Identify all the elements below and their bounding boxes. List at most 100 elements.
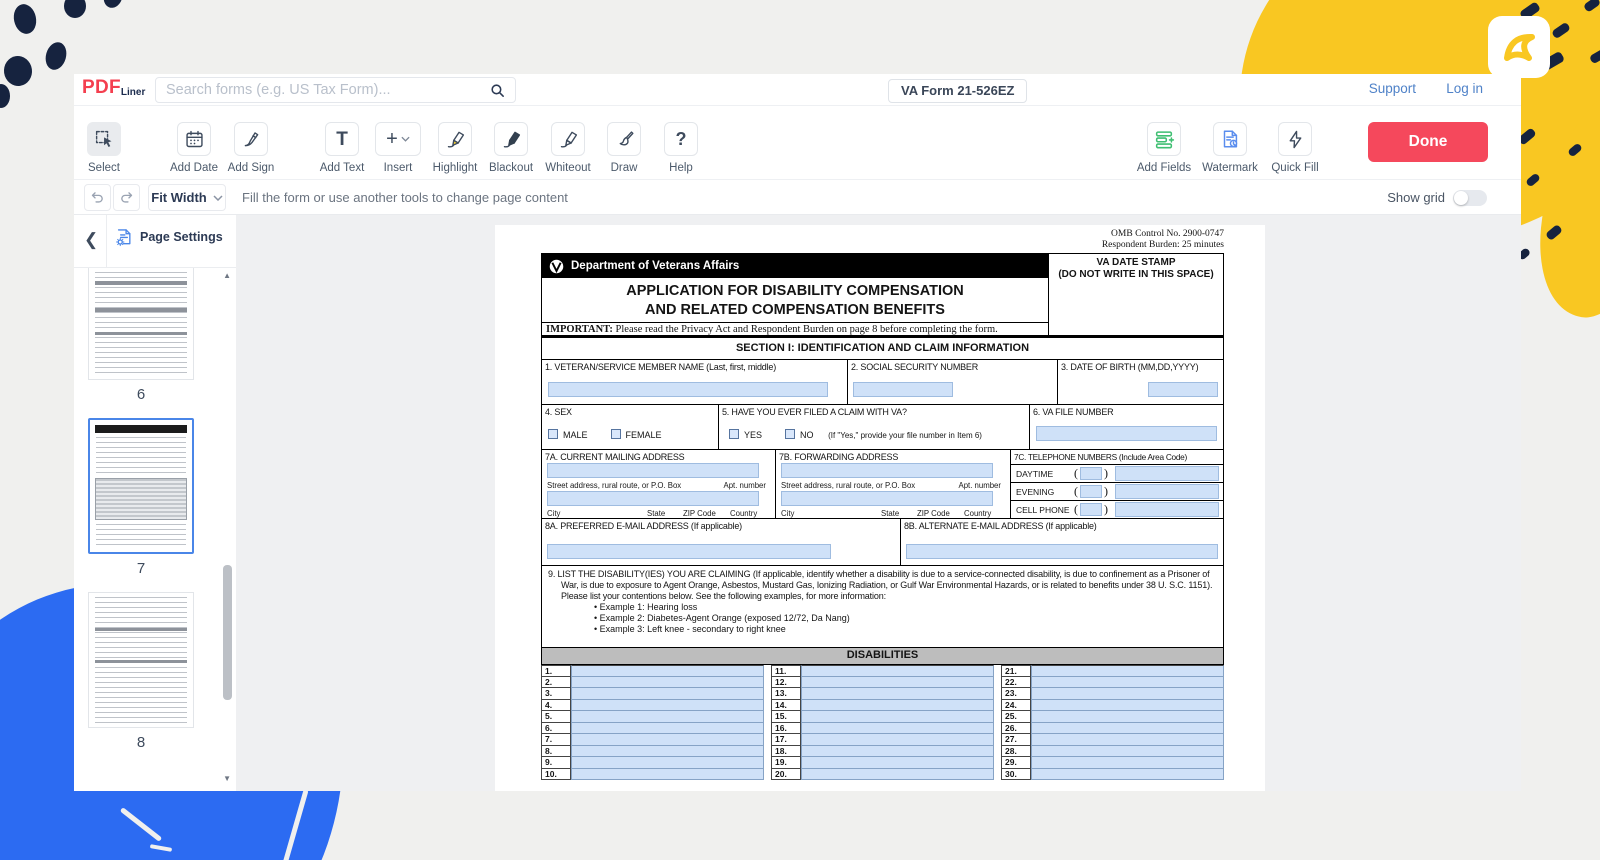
apt-caption: Apt. number: [959, 481, 1001, 490]
disability-input-24[interactable]: [1031, 700, 1224, 712]
disability-input-18[interactable]: [801, 746, 994, 758]
toolbar-add-fields-button[interactable]: Add Fields: [1136, 122, 1192, 174]
support-link[interactable]: Support: [1369, 81, 1416, 96]
phone-number-input[interactable]: [1115, 466, 1219, 481]
zip-caption: ZIP Code: [683, 509, 716, 518]
area-code-input[interactable]: [1080, 503, 1102, 516]
male-checkbox[interactable]: [548, 429, 558, 439]
toolbar-select-button[interactable]: Select: [76, 122, 132, 174]
disability-input-23[interactable]: [1031, 688, 1224, 700]
disability-input-15[interactable]: [801, 711, 994, 723]
disability-input-25[interactable]: [1031, 711, 1224, 723]
disability-input-22[interactable]: [1031, 677, 1224, 689]
mailing-city-input[interactable]: [547, 491, 759, 506]
disability-row: 10.20.30.: [541, 769, 1224, 781]
disability-input-29[interactable]: [1031, 757, 1224, 769]
pdfliner-logo[interactable]: PDFLiner: [82, 77, 145, 99]
disability-input-1[interactable]: [571, 665, 764, 677]
phone-number-input[interactable]: [1115, 484, 1219, 499]
disability-input-28[interactable]: [1031, 746, 1224, 758]
toolbar-insert-button[interactable]: +Insert: [370, 122, 426, 174]
redo-button[interactable]: [113, 184, 140, 211]
toolbar-highlight-button[interactable]: Highlight: [427, 122, 483, 174]
thumbs-scrollbar[interactable]: [223, 565, 232, 700]
disability-input-9[interactable]: [571, 757, 764, 769]
search-icon[interactable]: [489, 82, 506, 104]
page-number-8: 8: [88, 734, 194, 756]
disability-number: 27.: [1001, 734, 1031, 746]
done-button[interactable]: Done: [1368, 122, 1488, 162]
preferred-email-input[interactable]: [547, 544, 831, 559]
search-input[interactable]: [166, 78, 486, 102]
field5-label: 5. HAVE YOU EVER FILED A CLAIM WITH VA?: [722, 407, 907, 417]
undo-button[interactable]: [84, 184, 111, 211]
forwarding-city-input[interactable]: [781, 491, 993, 506]
toolbar-quick-fill-button[interactable]: Quick Fill: [1267, 122, 1323, 174]
paren-open: (: [1074, 466, 1078, 481]
disability-input-17[interactable]: [801, 734, 994, 746]
disability-input-3[interactable]: [571, 688, 764, 700]
toolbar-add-sign-button[interactable]: Add Sign: [223, 122, 279, 174]
disability-input-27[interactable]: [1031, 734, 1224, 746]
toolbar-watermark-button[interactable]: Watermark: [1202, 122, 1258, 174]
disability-number: 21.: [1001, 665, 1031, 677]
dob-input[interactable]: [1148, 382, 1218, 397]
disability-input-20[interactable]: [801, 769, 994, 781]
thumbs-scroll-down-icon[interactable]: ▼: [223, 774, 231, 783]
area-code-input[interactable]: [1080, 467, 1102, 480]
toolbar-select-label: Select: [76, 162, 132, 174]
thumbs-scroll-up-icon[interactable]: ▲: [223, 271, 231, 280]
disability-input-4[interactable]: [571, 700, 764, 712]
page-number-6: 6: [88, 386, 194, 408]
disability-input-14[interactable]: [801, 700, 994, 712]
mailing-street-input[interactable]: [547, 463, 759, 478]
collapse-sidebar-icon[interactable]: ❮: [84, 230, 98, 250]
add-date-icon: [184, 129, 205, 150]
disability-input-16[interactable]: [801, 723, 994, 735]
ssn-input[interactable]: [853, 382, 953, 397]
disability-input-2[interactable]: [571, 677, 764, 689]
va-file-number-input[interactable]: [1036, 426, 1217, 441]
page-settings-button[interactable]: Page Settings: [114, 227, 223, 247]
insert-icon: +: [386, 129, 410, 149]
forwarding-street-input[interactable]: [781, 463, 993, 478]
no-checkbox[interactable]: [785, 429, 795, 439]
zoom-mode-dropdown[interactable]: Fit Width: [148, 184, 226, 211]
disability-input-13[interactable]: [801, 688, 994, 700]
disability-number: 22.: [1001, 677, 1031, 689]
disability-input-19[interactable]: [801, 757, 994, 769]
disability-input-8[interactable]: [571, 746, 764, 758]
area-code-input[interactable]: [1080, 485, 1102, 498]
disability-input-10[interactable]: [571, 769, 764, 781]
draw-icon: [614, 129, 635, 150]
disability-input-26[interactable]: [1031, 723, 1224, 735]
female-checkbox[interactable]: [611, 429, 621, 439]
disability-number: 15.: [771, 711, 801, 723]
form-title: APPLICATION FOR DISABILITY COMPENSATION …: [542, 278, 1048, 322]
yes-checkbox[interactable]: [729, 429, 739, 439]
toolbar-help-button[interactable]: ?Help: [653, 122, 709, 174]
disability-input-30[interactable]: [1031, 769, 1224, 781]
login-link[interactable]: Log in: [1446, 81, 1483, 96]
toolbar-draw-button[interactable]: Draw: [596, 122, 652, 174]
disability-input-21[interactable]: [1031, 665, 1224, 677]
page-thumbnail-7[interactable]: [88, 418, 194, 554]
disability-row: 4.14.24.: [541, 700, 1224, 712]
disability-input-6[interactable]: [571, 723, 764, 735]
zoom-mode-value: Fit Width: [151, 190, 206, 205]
phone-number-input[interactable]: [1115, 502, 1219, 517]
toolbar-add-date-button[interactable]: Add Date: [166, 122, 222, 174]
toolbar-whiteout-button[interactable]: Whiteout: [540, 122, 596, 174]
veteran-name-input[interactable]: [548, 382, 828, 397]
disability-input-11[interactable]: [801, 665, 994, 677]
show-grid-toggle[interactable]: [1453, 190, 1487, 206]
page-thumbnail-6[interactable]: [88, 268, 194, 380]
alternate-email-input[interactable]: [906, 544, 1218, 559]
page-thumbnail-8[interactable]: [88, 592, 194, 728]
toolbar-blackout-button[interactable]: Blackout: [483, 122, 539, 174]
disability-input-12[interactable]: [801, 677, 994, 689]
disability-input-7[interactable]: [571, 734, 764, 746]
toolbar-add-text-button[interactable]: TAdd Text: [314, 122, 370, 174]
disability-input-5[interactable]: [571, 711, 764, 723]
disability-row: 1.11.21.: [541, 665, 1224, 677]
